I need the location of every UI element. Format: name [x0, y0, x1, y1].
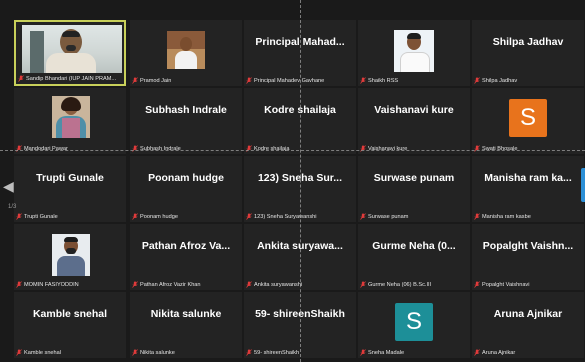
mic-muted-icon [360, 349, 366, 356]
participant-name: Nikita salunke [140, 349, 175, 356]
video-tile[interactable]: Trupti Gunale Trupti Gunale [14, 156, 126, 222]
participant-display-name: Trupti Gunale [36, 172, 104, 184]
mic-muted-icon [474, 213, 480, 220]
participant-name: 123) Sneha Suryawanshi [254, 213, 317, 220]
video-tile[interactable]: Gurme Neha (0... Gurme Neha (06) B.Sc.II… [358, 224, 470, 290]
mic-muted-icon [18, 75, 24, 82]
video-tile[interactable]: Surwase punam Surwase punam [358, 156, 470, 222]
video-tile[interactable]: Mandodari Pawar [14, 88, 126, 154]
initial-avatar: S [509, 99, 547, 137]
mic-muted-icon [132, 281, 138, 288]
participant-display-name: Kamble snehal [32, 308, 108, 320]
video-tile[interactable]: Vaishanavi kure Vaishanavi kure [358, 88, 470, 154]
video-tile[interactable]: Subhash Indrale Subhash Indrale [130, 88, 242, 154]
video-tile[interactable]: Nikita salunke Nikita salunke [130, 292, 242, 358]
mic-muted-icon [474, 349, 480, 356]
video-tile[interactable]: Kamble snehal Kamble snehal [14, 292, 126, 358]
mic-muted-icon [246, 213, 252, 220]
participant-name: Principal Mahadev Gavhane [254, 77, 325, 84]
video-tile[interactable]: Manisha ram ka... Manisha ram kasbe [472, 156, 584, 222]
participant-name: Pramod Jain [140, 77, 172, 84]
video-tile[interactable]: S Swati Bhosale [472, 88, 584, 154]
profile-photo [52, 96, 90, 138]
mic-muted-icon [474, 281, 480, 288]
participant-display-name: Shilpa Jadhav [492, 36, 564, 48]
profile-photo [167, 31, 205, 69]
video-tile[interactable]: Shilpa Jadhav Shilpa Jadhav [472, 20, 584, 86]
mic-muted-icon [360, 213, 366, 220]
participant-name: Pathan Afroz Vazir Khan [140, 281, 201, 288]
guide-line-vertical [300, 0, 301, 362]
participant-name: Trupti Gunale [24, 213, 58, 220]
profile-photo [52, 234, 90, 276]
video-tile[interactable]: Pramod Jain [130, 20, 242, 86]
mic-muted-icon [132, 349, 138, 356]
prev-page-arrow-icon[interactable]: ◀ [3, 176, 14, 196]
participant-name: 59- shireenShaikh [254, 349, 300, 356]
participant-display-name: Subhash Indrale [145, 104, 227, 116]
next-page-tab[interactable] [581, 168, 585, 202]
video-tile[interactable]: Poonam hudge Poonam hudge [130, 156, 242, 222]
participant-display-name: Poonam hudge [148, 172, 224, 184]
participant-display-name: Popalght Vaishn... [482, 240, 574, 252]
mic-muted-icon [246, 77, 252, 84]
video-tile[interactable]: MOMIN FASIYODDIN [14, 224, 126, 290]
participant-display-name: Nikita salunke [150, 308, 222, 320]
initial-avatar: S [395, 303, 433, 341]
mic-muted-icon [16, 213, 22, 220]
participant-name: Aruna Ajnikar [482, 349, 516, 356]
guide-line-horizontal [0, 150, 585, 151]
mic-muted-icon [246, 281, 252, 288]
participant-display-name: Manisha ram ka... [484, 172, 572, 184]
participant-display-name: Vaishanavi kure [374, 104, 454, 116]
participant-name: Ankita suryawanshi [254, 281, 303, 288]
video-tile[interactable]: Aruna Ajnikar Aruna Ajnikar [472, 292, 584, 358]
participant-name: Sneha Madale [368, 349, 405, 356]
participant-name: Manisha ram kasbe [482, 213, 531, 220]
video-tile[interactable]: S Sneha Madale [358, 292, 470, 358]
mic-muted-icon [132, 77, 138, 84]
video-tile[interactable]: Pathan Afroz Va... Pathan Afroz Vazir Kh… [130, 224, 242, 290]
participant-display-name: Surwase punam [373, 172, 455, 184]
gallery-view: Sandip Bhandari (IUP JAIN PRAM... Pramod… [0, 0, 585, 362]
participant-name: Shaikh RSS [368, 77, 399, 84]
video-tile[interactable]: Popalght Vaishn... Popalght Vaishnavi [472, 224, 584, 290]
video-tile[interactable]: Shaikh RSS [358, 20, 470, 86]
participant-name: Gurme Neha (06) B.Sc.III [368, 281, 432, 288]
mic-muted-icon [16, 281, 22, 288]
profile-photo [394, 30, 434, 72]
participant-name: Popalght Vaishnavi [482, 281, 530, 288]
participant-name: MOMIN FASIYODDIN [24, 281, 79, 288]
mic-muted-icon [474, 77, 480, 84]
participant-display-name: Pathan Afroz Va... [141, 240, 231, 252]
page-indicator: 1/3 [8, 204, 17, 210]
participant-video [22, 25, 122, 73]
participant-name: Kamble snehal [24, 349, 62, 356]
participant-name: Surwase punam [368, 213, 409, 220]
mic-muted-icon [132, 213, 138, 220]
participant-display-name: Gurme Neha (0... [372, 240, 456, 252]
participant-name: Shilpa Jadhav [482, 77, 518, 84]
mic-muted-icon [360, 77, 366, 84]
mic-muted-icon [246, 349, 252, 356]
mic-muted-icon [360, 281, 366, 288]
participant-display-name: Aruna Ajnikar [493, 308, 563, 320]
participant-name: Poonam hudge [140, 213, 178, 220]
participant-name: Sandip Bhandari (IUP JAIN PRAM... [26, 75, 117, 82]
mic-muted-icon [16, 349, 22, 356]
video-tile[interactable]: Sandip Bhandari (IUP JAIN PRAM... [14, 20, 126, 86]
